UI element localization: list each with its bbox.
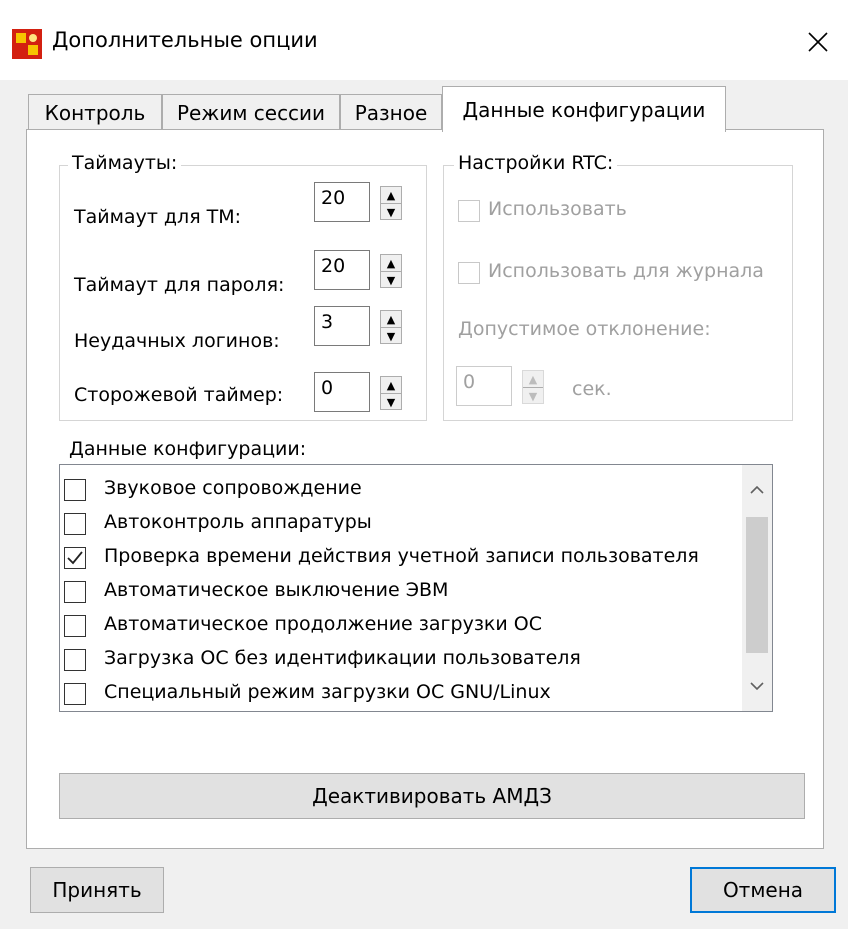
list-item-checkbox[interactable] [64,547,86,569]
scrollbar-thumb[interactable] [746,517,768,653]
close-button[interactable] [788,14,848,70]
list-item-label: Автоматическое продолжение загрузки ОС [104,613,543,635]
title-bar: Дополнительные опции [0,0,848,80]
rtc-deviation-spinner: 0 ▲ ▼ [456,366,544,406]
tm-timeout-label: Таймаут для ТМ: [74,206,242,228]
spin-up-icon[interactable]: ▲ [381,255,401,272]
list-item-checkbox[interactable] [64,513,86,535]
rtc-title: Настройки RTC: [454,152,618,174]
config-title: Данные конфигурации: [65,438,311,460]
list-item-checkbox[interactable] [64,649,86,671]
timeouts-title: Таймауты: [68,152,182,174]
password-timeout-spin-buttons[interactable]: ▲ ▼ [380,254,402,288]
rtc-deviation-input[interactable]: 0 [456,366,512,406]
timeouts-group: Таймауты: Таймаут для ТМ: 20 ▲ ▼ Таймаут… [59,152,427,421]
password-timeout-label: Таймаут для пароля: [74,274,285,296]
close-icon [808,32,828,52]
password-timeout-input[interactable]: 20 [314,250,370,290]
config-checklist[interactable]: Звуковое сопровождение Автоконтроль аппа… [59,464,773,712]
list-item-label: Автоматическое выключение ЭВМ [104,579,449,601]
failed-logins-input[interactable]: 3 [314,306,370,346]
spin-up-icon[interactable]: ▲ [381,311,401,328]
spin-down-icon[interactable]: ▼ [381,328,401,344]
rtc-deviation-spin-buttons[interactable]: ▲ ▼ [522,370,544,404]
tab-misc[interactable]: Разное [340,94,442,130]
rtc-unit-label: сек. [572,378,612,400]
rtc-group: Настройки RTC: Использовать Использовать… [443,152,793,421]
rtc-journal-checkbox[interactable] [458,262,480,284]
cancel-button[interactable]: Отмена [690,867,836,913]
scroll-down-icon[interactable] [742,671,772,701]
spin-down-icon[interactable]: ▼ [381,204,401,220]
tm-timeout-spin-buttons[interactable]: ▲ ▼ [380,186,402,220]
list-item-checkbox[interactable] [64,615,86,637]
app-icon [12,29,42,59]
rtc-use-label: Использовать [488,198,627,220]
deactivate-button[interactable]: Деактивировать АМДЗ [59,773,805,819]
failed-logins-label: Неудачных логинов: [74,330,280,352]
spin-down-icon[interactable]: ▼ [523,388,543,404]
watchdog-label: Сторожевой таймер: [74,384,284,406]
checkmark-icon [67,551,83,565]
password-timeout-spinner: 20 ▲ ▼ [314,250,402,290]
tab-config-data[interactable]: Данные конфигурации [442,86,726,132]
list-scrollbar[interactable] [742,465,772,711]
tm-timeout-input[interactable]: 20 [314,182,370,222]
list-item-checkbox[interactable] [64,581,86,603]
tab-session-mode[interactable]: Режим сессии [162,94,340,130]
failed-logins-spin-buttons[interactable]: ▲ ▼ [380,310,402,344]
watchdog-input[interactable]: 0 [314,372,370,412]
list-item-label: Автоконтроль аппаратуры [104,511,372,533]
spin-down-icon[interactable]: ▼ [381,272,401,288]
list-item-label: Звуковое сопровождение [104,477,362,499]
list-item-label: Загрузка ОС без идентификации пользовате… [104,647,581,669]
spin-up-icon[interactable]: ▲ [381,187,401,204]
tm-timeout-spinner: 20 ▲ ▼ [314,182,402,222]
spin-up-icon[interactable]: ▲ [523,371,543,388]
scroll-up-icon[interactable] [742,475,772,505]
list-item-label: Проверка времени действия учетной записи… [104,545,699,567]
rtc-journal-label: Использовать для журнала [488,260,764,282]
watchdog-spin-buttons[interactable]: ▲ ▼ [380,376,402,410]
list-item-checkbox[interactable] [64,683,86,705]
watchdog-spinner: 0 ▲ ▼ [314,372,402,412]
accept-button[interactable]: Принять [30,867,164,913]
spin-up-icon[interactable]: ▲ [381,377,401,394]
rtc-deviation-label: Допустимое отклонение: [458,318,711,340]
window-title: Дополнительные опции [52,28,318,52]
tab-control[interactable]: Контроль [28,94,162,130]
rtc-use-checkbox[interactable] [458,200,480,222]
spin-down-icon[interactable]: ▼ [381,394,401,410]
failed-logins-spinner: 3 ▲ ▼ [314,306,402,346]
tab-panel-config: Таймауты: Таймаут для ТМ: 20 ▲ ▼ Таймаут… [26,129,824,849]
list-item-label: Специальный режим загрузки ОС GNU/Linux [104,681,551,703]
list-item-checkbox[interactable] [64,479,86,501]
